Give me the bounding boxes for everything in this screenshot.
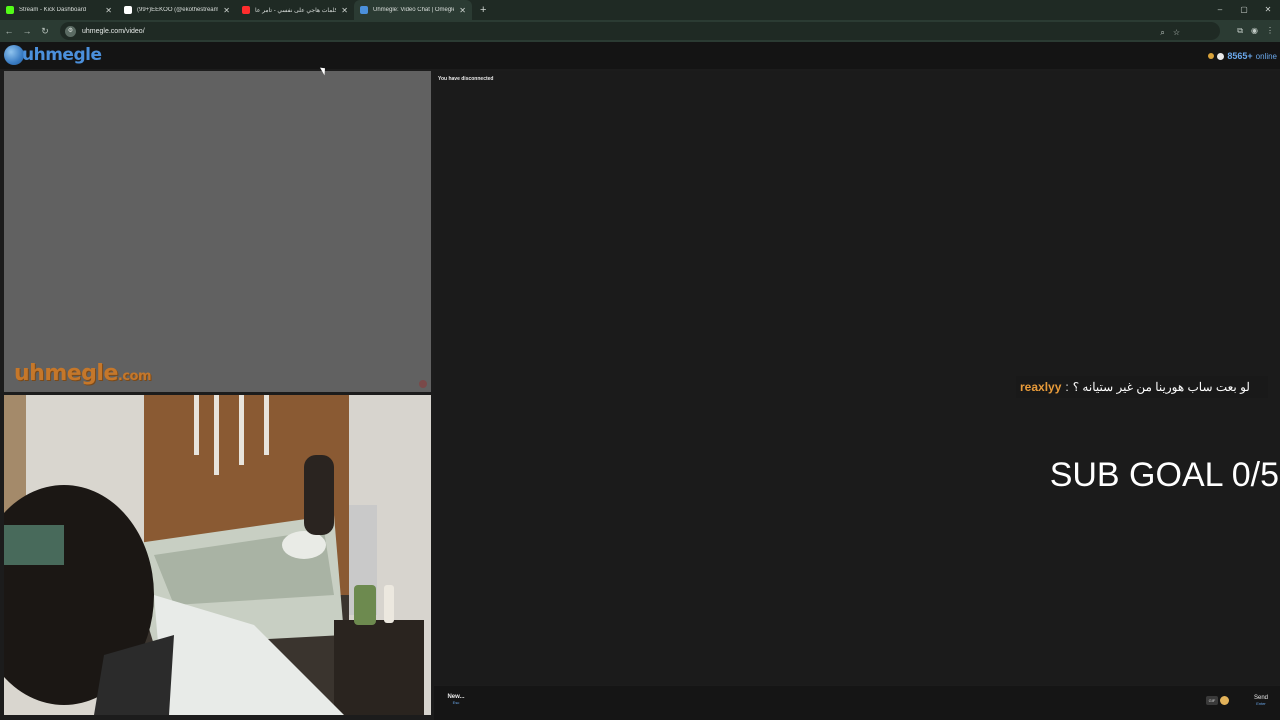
- new-chat-button[interactable]: New... Esc: [444, 694, 468, 705]
- minimize-button[interactable]: –: [1208, 0, 1232, 20]
- webcam-frame-image: [4, 395, 431, 715]
- online-counter: 8565+ online: [1208, 51, 1277, 61]
- extensions-area: ⧉ ◉ ⋮: [1237, 22, 1274, 40]
- close-tab-icon[interactable]: ✕: [341, 6, 348, 15]
- menu-kebab-icon[interactable]: ⋮: [1266, 22, 1274, 40]
- forward-arrow-icon[interactable]: →: [18, 26, 36, 36]
- self-video: [4, 395, 431, 715]
- tab-kick-dashboard[interactable]: Stream - Kick Dashboard ✕: [0, 0, 118, 20]
- status-dot-icon: [1208, 53, 1215, 59]
- chat-username: reaxlyy: [1020, 380, 1062, 394]
- message-input[interactable]: [478, 690, 1198, 716]
- online-label: online: [1255, 51, 1277, 61]
- url-text: uhmegle.com/video/: [82, 27, 145, 35]
- status-dot-icon: [1217, 52, 1225, 60]
- plus-icon[interactable]: +: [480, 4, 486, 16]
- close-window-button[interactable]: ✕: [1256, 0, 1280, 20]
- tab-title: Uhmegle: Video Chat | Omegle: [373, 7, 455, 13]
- tab-tiktok[interactable]: (99+)EEKOO (@ekothestreamer) ✕: [118, 0, 236, 20]
- globe-logo-icon: [4, 45, 24, 65]
- chat-message: لو بعت ساب هورينا من غير ستيانه ؟: [1072, 380, 1250, 394]
- youtube-icon: [242, 6, 250, 14]
- site-info-icon[interactable]: ⚙: [65, 25, 76, 37]
- browser-tab-bar: Stream - Kick Dashboard ✕ (99+)EEKOO (@e…: [0, 0, 1280, 20]
- uhmegle-logo[interactable]: uhmegle: [4, 45, 102, 65]
- maximize-button[interactable]: ▢: [1232, 0, 1256, 20]
- uhmegle-watermark: uhmegle.com: [14, 361, 152, 386]
- omnibox-actions: ⌕ ☆: [1160, 24, 1180, 42]
- address-bar[interactable]: ⚙ uhmegle.com/video/ ⌕ ☆: [60, 22, 1220, 40]
- browser-toolbar: ← → ↻ ⚙ uhmegle.com/video/ ⌕ ☆ ⧉ ◉ ⋮: [0, 20, 1280, 42]
- bookmark-star-icon[interactable]: ☆: [1173, 24, 1180, 42]
- profile-avatar[interactable]: ◉: [1251, 22, 1258, 40]
- gif-button[interactable]: GIF: [1206, 696, 1218, 705]
- tab-title: كلمات هاجي على نفسي - تامر عا...: [255, 7, 337, 14]
- extensions-icon[interactable]: ⧉: [1237, 22, 1243, 40]
- report-icon[interactable]: [419, 380, 427, 388]
- chat-separator: :: [1065, 380, 1069, 394]
- send-button[interactable]: Send Enter: [1254, 695, 1268, 706]
- send-button-key: Enter: [1256, 701, 1266, 706]
- close-tab-icon[interactable]: ✕: [223, 6, 230, 15]
- status-message: You have disconnected: [438, 76, 494, 82]
- tab-uhmegle[interactable]: Uhmegle: Video Chat | Omegle ✕: [354, 0, 472, 20]
- tab-title: Stream - Kick Dashboard: [19, 7, 87, 13]
- online-count: 8565+: [1227, 51, 1253, 61]
- back-arrow-icon[interactable]: ←: [0, 26, 18, 36]
- kick-icon: [6, 6, 14, 14]
- close-tab-icon[interactable]: ✕: [459, 6, 466, 15]
- stream-chat-overlay: reaxlyy : لو بعت ساب هورينا من غير ستيان…: [1016, 376, 1268, 398]
- watermark-suffix: .com: [117, 369, 152, 384]
- new-button-key: Esc: [452, 700, 460, 705]
- tab-title: (99+)EEKOO (@ekothestreamer): [137, 7, 219, 13]
- stranger-video: uhmegle.com: [4, 71, 431, 392]
- uhmegle-favicon: [360, 6, 368, 14]
- close-tab-icon[interactable]: ✕: [105, 6, 112, 15]
- site-header: uhmegle 8565+ online: [0, 42, 1280, 69]
- zoom-icon[interactable]: ⌕: [1160, 24, 1164, 42]
- reload-icon[interactable]: ↻: [36, 26, 54, 37]
- watermark-text: uhmegle: [14, 361, 118, 386]
- chat-bottom-bar: New... Esc GIF Send Enter: [434, 686, 1280, 720]
- tab-youtube[interactable]: كلمات هاجي على نفسي - تامر عا... ✕: [236, 0, 354, 20]
- tiktok-icon: [124, 6, 132, 14]
- window-controls: – ▢ ✕: [1208, 0, 1280, 20]
- logo-text: uhmegle: [22, 45, 102, 65]
- sub-goal-overlay: SUB GOAL 0/5: [1049, 456, 1279, 494]
- emoji-icon[interactable]: [1220, 696, 1229, 705]
